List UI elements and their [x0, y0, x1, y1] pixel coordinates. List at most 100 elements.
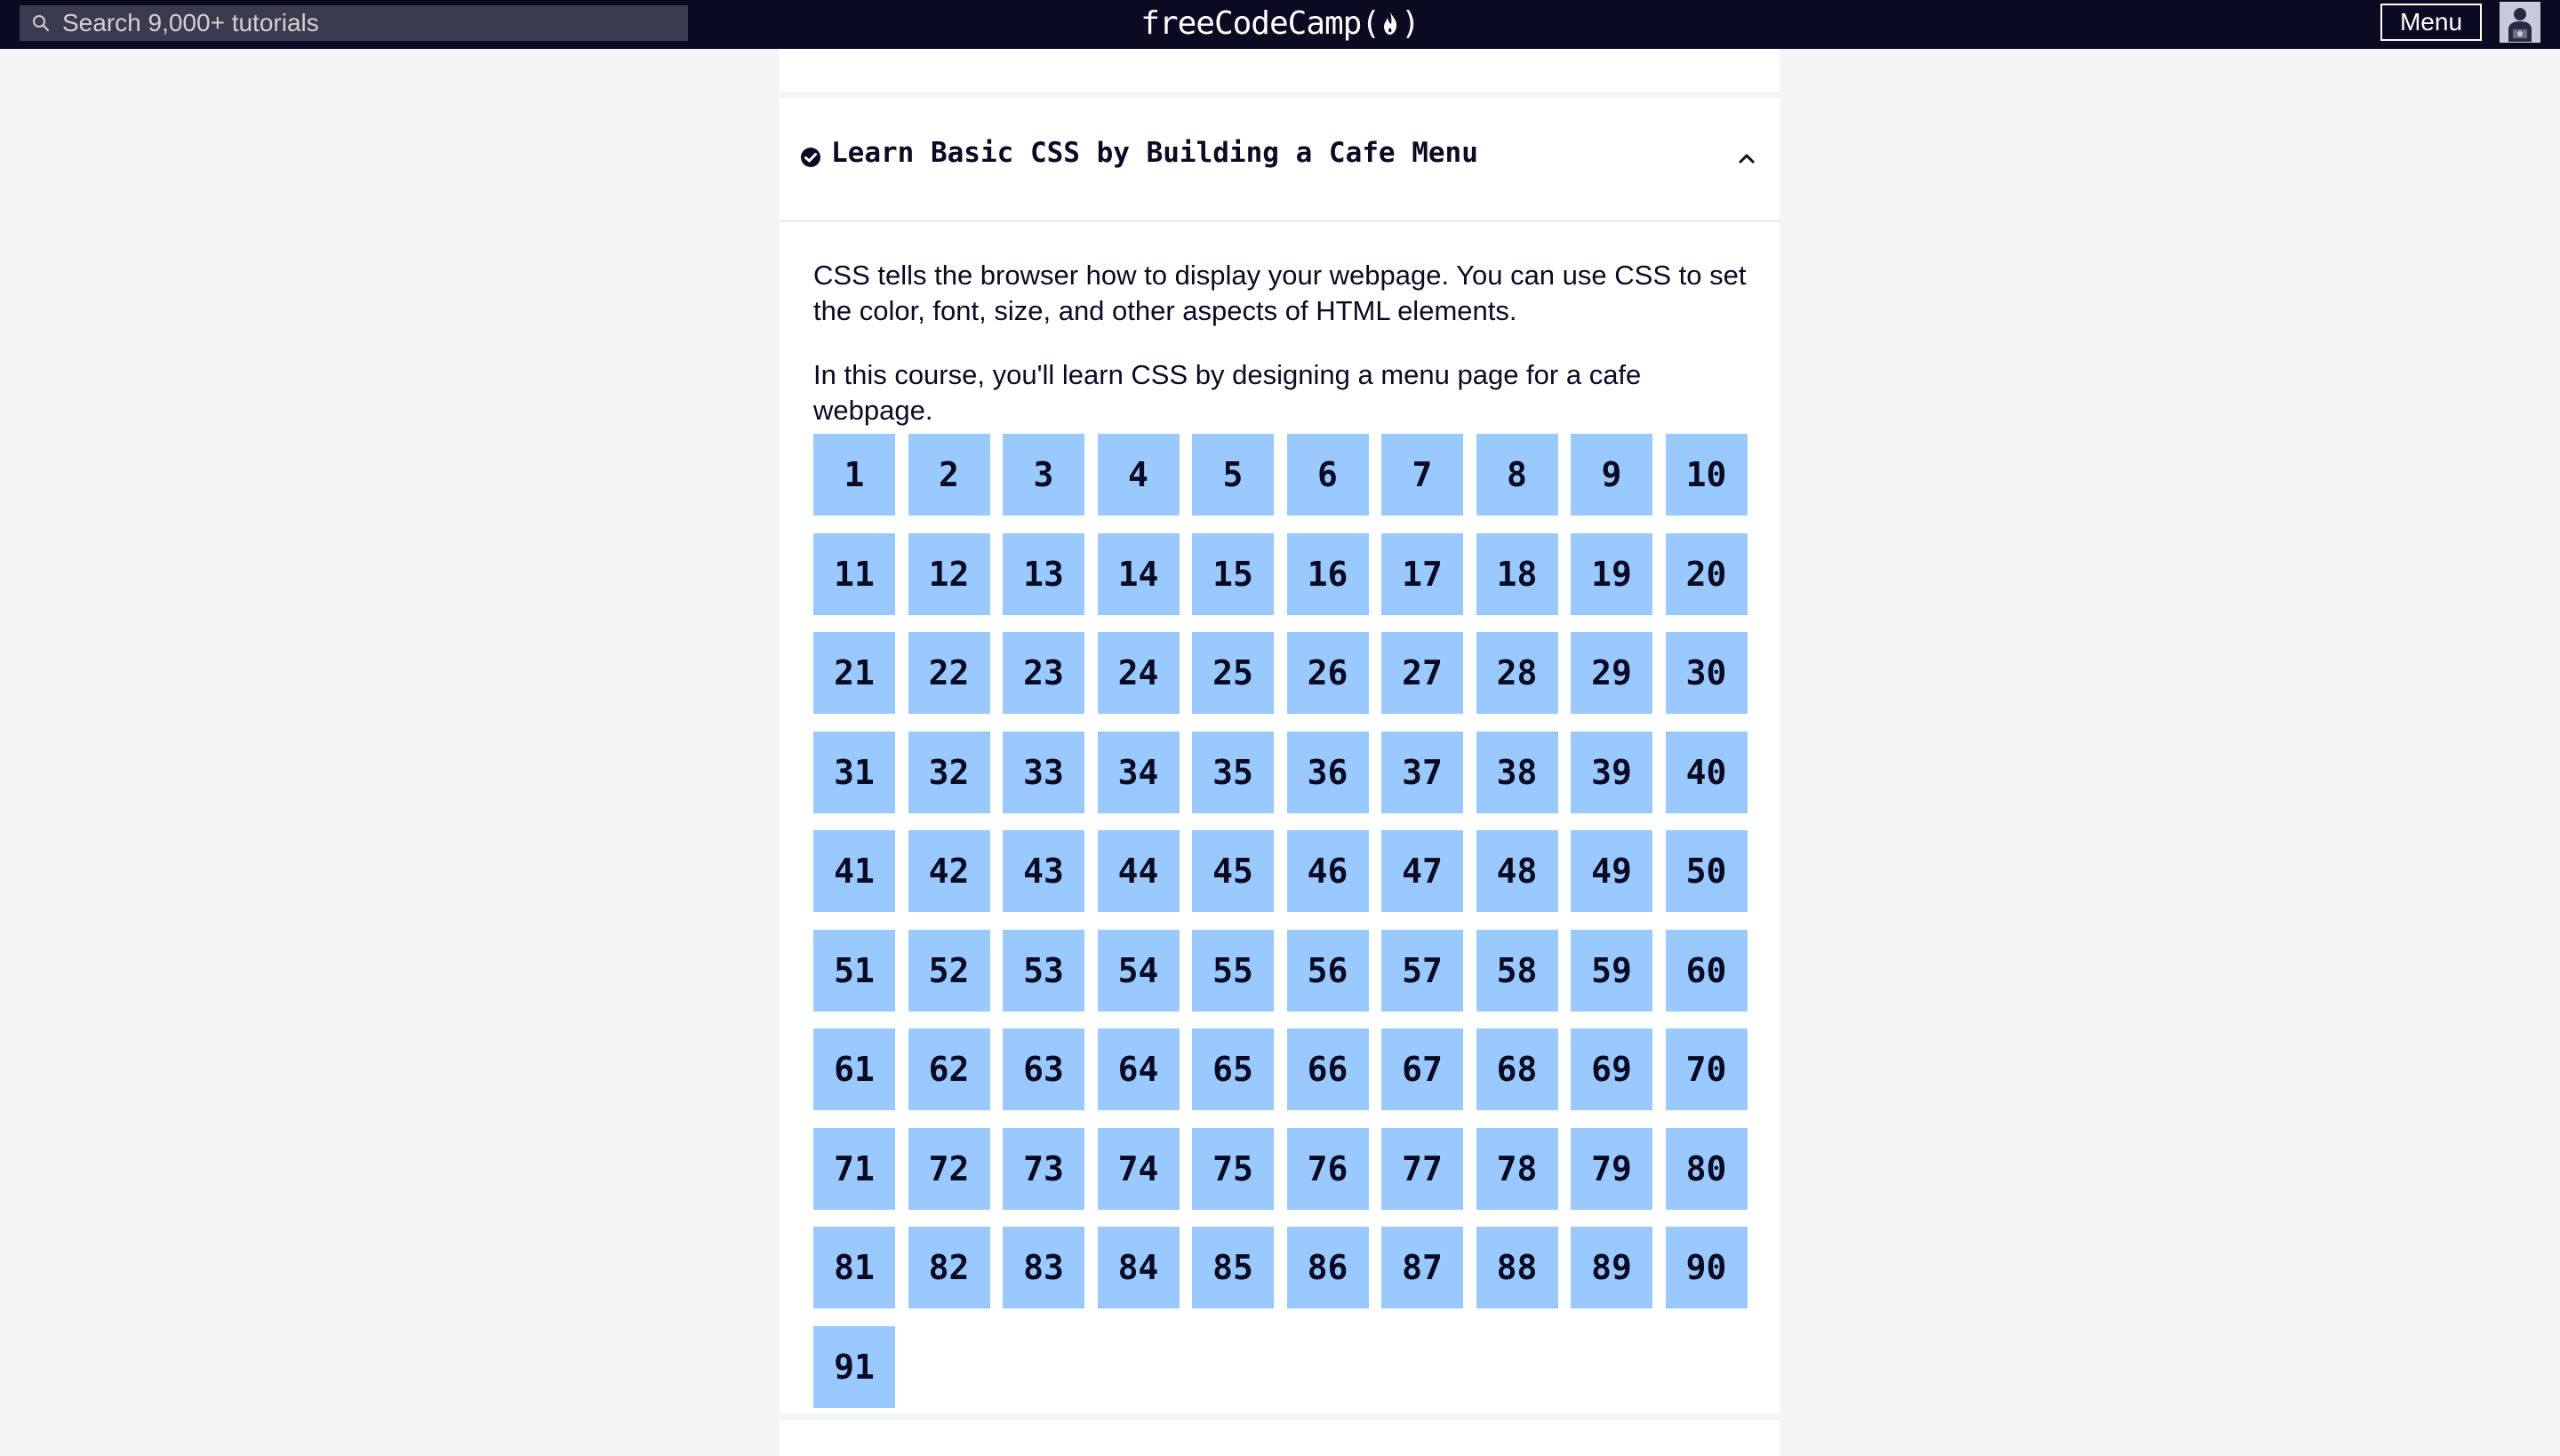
step-link[interactable]: 75	[1192, 1127, 1274, 1210]
step-link[interactable]: 27	[1381, 632, 1463, 714]
avatar-icon[interactable]	[2500, 2, 2540, 43]
step-link[interactable]: 1	[813, 434, 895, 516]
step-link[interactable]: 56	[1286, 929, 1369, 1012]
step-link[interactable]: 24	[1097, 632, 1180, 714]
step-link[interactable]: 49	[1571, 830, 1652, 912]
step-link[interactable]: 35	[1192, 731, 1274, 813]
step-link[interactable]: 16	[1286, 532, 1369, 615]
step-link[interactable]: 33	[1003, 731, 1084, 813]
step-link[interactable]: 32	[908, 731, 990, 813]
block-title[interactable]: Learn Basic CSS by Building a Cafe Menu	[831, 137, 1478, 169]
step-link[interactable]: 50	[1665, 830, 1748, 912]
step-link[interactable]: 46	[1286, 830, 1369, 912]
step-link[interactable]: 38	[1476, 731, 1558, 813]
step-link[interactable]: 72	[908, 1127, 990, 1210]
step-link[interactable]: 41	[813, 830, 895, 912]
step-link[interactable]: 42	[908, 830, 990, 912]
step-link[interactable]: 83	[1003, 1227, 1084, 1308]
step-link[interactable]: 68	[1476, 1028, 1558, 1110]
step-link[interactable]: 48	[1476, 830, 1558, 912]
step-link[interactable]: 17	[1381, 532, 1463, 615]
step-link[interactable]: 57	[1381, 929, 1463, 1012]
step-link[interactable]: 26	[1286, 632, 1369, 714]
step-link[interactable]: 19	[1571, 532, 1652, 615]
step-link[interactable]: 77	[1381, 1127, 1463, 1210]
step-link[interactable]: 55	[1192, 929, 1274, 1012]
step-link[interactable]: 82	[908, 1227, 990, 1308]
step-link[interactable]: 85	[1192, 1227, 1274, 1308]
step-link[interactable]: 84	[1097, 1227, 1180, 1308]
step-link[interactable]: 10	[1665, 434, 1748, 516]
step-link[interactable]: 79	[1571, 1127, 1652, 1210]
step-link[interactable]: 52	[908, 929, 990, 1012]
step-link[interactable]: 81	[813, 1227, 895, 1308]
step-link[interactable]: 22	[908, 632, 990, 714]
step-link[interactable]: 28	[1476, 632, 1558, 714]
step-link[interactable]: 13	[1003, 532, 1084, 615]
step-link[interactable]: 6	[1286, 434, 1369, 516]
step-link[interactable]: 14	[1097, 532, 1180, 615]
step-link[interactable]: 8	[1476, 434, 1558, 516]
menu-button[interactable]: Menu	[2380, 4, 2482, 41]
step-link[interactable]: 89	[1571, 1227, 1652, 1308]
step-link[interactable]: 7	[1381, 434, 1463, 516]
step-link[interactable]: 4	[1097, 434, 1180, 516]
step-link[interactable]: 15	[1192, 532, 1274, 615]
step-link[interactable]: 39	[1571, 731, 1652, 813]
step-link[interactable]: 47	[1381, 830, 1463, 912]
step-link[interactable]: 5	[1192, 434, 1274, 516]
step-link[interactable]: 61	[813, 1028, 895, 1110]
step-link[interactable]: 30	[1665, 632, 1748, 714]
step-link[interactable]: 65	[1192, 1028, 1274, 1110]
step-link[interactable]: 60	[1665, 929, 1748, 1012]
step-link[interactable]: 12	[908, 532, 990, 615]
step-link[interactable]: 34	[1097, 731, 1180, 813]
step-link[interactable]: 44	[1097, 830, 1180, 912]
freecodecamp-logo[interactable]: freeCodeCamp( )	[1138, 2, 1422, 44]
step-link[interactable]: 37	[1381, 731, 1463, 813]
step-link[interactable]: 91	[813, 1325, 895, 1408]
step-link[interactable]: 69	[1571, 1028, 1652, 1110]
step-link[interactable]: 23	[1003, 632, 1084, 714]
step-link[interactable]: 86	[1286, 1227, 1369, 1308]
step-link[interactable]: 20	[1665, 532, 1748, 615]
step-link[interactable]: 58	[1476, 929, 1558, 1012]
step-link[interactable]: 54	[1097, 929, 1180, 1012]
step-link[interactable]: 66	[1286, 1028, 1369, 1110]
step-link[interactable]: 78	[1476, 1127, 1558, 1210]
step-link[interactable]: 51	[813, 929, 895, 1012]
chevron-up-icon[interactable]	[1734, 146, 1759, 171]
step-link[interactable]: 43	[1003, 830, 1084, 912]
search-input[interactable]: Search 9,000+ tutorials	[62, 9, 319, 37]
step-link[interactable]: 88	[1476, 1227, 1558, 1308]
step-link[interactable]: 53	[1003, 929, 1084, 1012]
step-link[interactable]: 71	[813, 1127, 895, 1210]
step-link[interactable]: 9	[1571, 434, 1652, 516]
step-link[interactable]: 76	[1286, 1127, 1369, 1210]
step-link[interactable]: 80	[1665, 1127, 1748, 1210]
step-link[interactable]: 31	[813, 731, 895, 813]
step-link[interactable]: 21	[813, 632, 895, 714]
step-link[interactable]: 59	[1571, 929, 1652, 1012]
step-link[interactable]: 2	[908, 434, 990, 516]
step-link[interactable]: 40	[1665, 731, 1748, 813]
step-link[interactable]: 11	[813, 532, 895, 615]
step-link[interactable]: 18	[1476, 532, 1558, 615]
search-bar[interactable]: Search 9,000+ tutorials	[20, 5, 688, 41]
step-link[interactable]: 29	[1571, 632, 1652, 714]
step-link[interactable]: 73	[1003, 1127, 1084, 1210]
search-icon	[23, 5, 59, 41]
step-link[interactable]: 63	[1003, 1028, 1084, 1110]
step-link[interactable]: 87	[1381, 1227, 1463, 1308]
step-link[interactable]: 36	[1286, 731, 1369, 813]
block-header[interactable]: Learn Basic CSS by Building a Cafe Menu	[780, 98, 1780, 222]
step-link[interactable]: 3	[1003, 434, 1084, 516]
step-link[interactable]: 67	[1381, 1028, 1463, 1110]
step-link[interactable]: 64	[1097, 1028, 1180, 1110]
step-link[interactable]: 45	[1192, 830, 1274, 912]
step-link[interactable]: 62	[908, 1028, 990, 1110]
step-link[interactable]: 90	[1665, 1227, 1748, 1308]
step-link[interactable]: 25	[1192, 632, 1274, 714]
step-link[interactable]: 70	[1665, 1028, 1748, 1110]
step-link[interactable]: 74	[1097, 1127, 1180, 1210]
